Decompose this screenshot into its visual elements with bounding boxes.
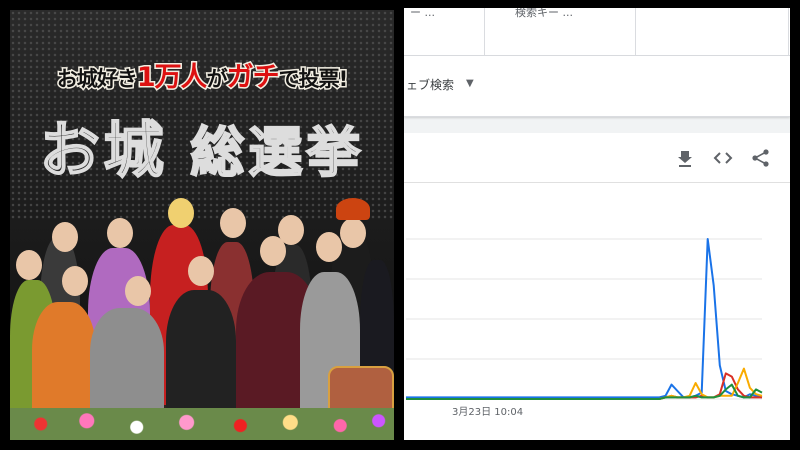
chart-grid: [406, 238, 762, 400]
dropdown-caret-icon: ▼: [466, 78, 474, 89]
event-photo: お城好き1万人がガチで投票! お城 総選挙: [10, 10, 394, 440]
tagline-highlight: ガチ: [225, 61, 281, 95]
flower-arrangement: [10, 408, 394, 440]
tagline-text: が: [205, 66, 229, 93]
search-term-tab[interactable]: [636, 8, 789, 55]
cast-member: [32, 302, 96, 422]
tagline-text: で投票!: [277, 66, 350, 93]
tab-label: 検索キー ...: [515, 8, 573, 19]
cast-head: [168, 198, 194, 228]
interest-line-chart: [406, 238, 763, 400]
cast-head: [316, 232, 342, 262]
download-icon[interactable]: [674, 147, 696, 169]
cast-head: [125, 276, 151, 306]
crown-hat: [336, 198, 370, 220]
cast-head: [16, 250, 42, 280]
cast-head: [260, 236, 286, 266]
embed-icon[interactable]: [712, 147, 734, 169]
tagline-highlight: 1万人: [135, 61, 209, 95]
cast-head: [340, 218, 366, 248]
x-axis-tick-label: 3月23日 10:04: [452, 407, 524, 418]
tab-label: ー ...: [410, 8, 435, 19]
cast-head: [62, 266, 88, 296]
search-type-label: ェブ検索: [406, 78, 455, 92]
show-tagline: お城好き1万人がガチで投票!: [16, 55, 388, 95]
google-trends-page: ー ... 検索キー ... ェブ検索 ▼ 3月23日 10:04: [404, 8, 790, 440]
comparison-tabs: ー ... 検索キー ...: [404, 8, 790, 56]
search-term-tab[interactable]: 検索キー ...: [485, 8, 636, 55]
cast-head: [220, 208, 246, 238]
share-icon[interactable]: [750, 147, 772, 169]
cast-head: [52, 222, 78, 252]
series-line-1: [406, 372, 762, 400]
series-line-2: [406, 367, 763, 400]
title-part: 総選挙: [189, 119, 365, 185]
tagline-text: お城好き: [55, 66, 139, 93]
filter-bar: ェブ検索 ▼: [404, 56, 790, 117]
search-type-dropdown[interactable]: ェブ検索 ▼: [404, 56, 494, 116]
show-title: お城 総選挙: [10, 102, 394, 189]
cast-head: [188, 256, 214, 286]
title-part: お城: [39, 115, 168, 187]
series-line-0: [406, 238, 763, 399]
search-term-tab[interactable]: ー ...: [404, 8, 485, 55]
cast-head: [107, 218, 133, 248]
cast-member: [166, 290, 236, 418]
interest-over-time-card: 3月23日 10:04: [404, 133, 790, 440]
cast-member: [90, 308, 164, 418]
